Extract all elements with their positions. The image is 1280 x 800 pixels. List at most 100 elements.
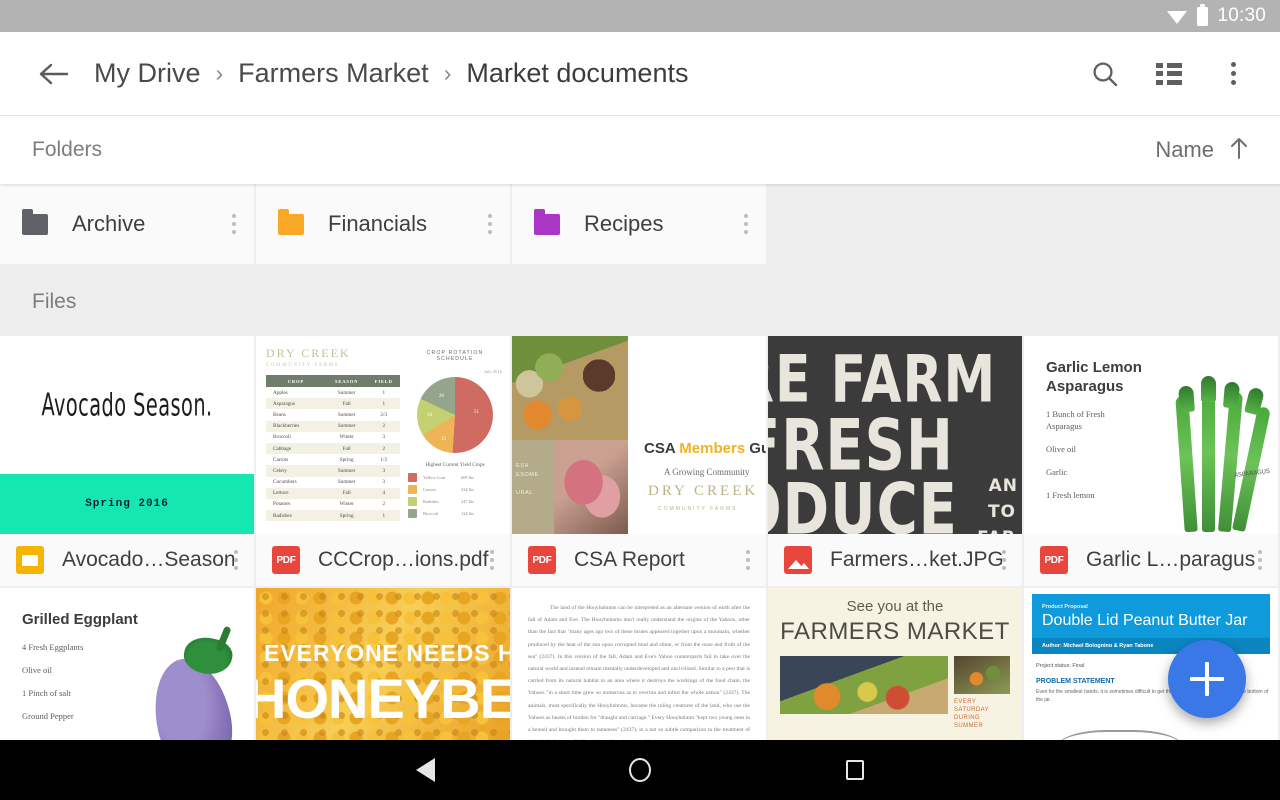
list-view-icon[interactable] [1152,57,1186,91]
table-row: Cabbage Fall 2 [266,442,400,455]
file-name: Avocado…Season [62,548,234,571]
table-row: Lettuce Fall 4 [266,487,400,499]
table-row: Potatoes Winter 2 [273,501,386,508]
chart-title: CROP ROTATION SCHEDULE [426,350,484,362]
file-thumbnail: DRY CREEK COMMUNITY FARMS CROP SEASON FI… [256,336,510,534]
pie-chart: 51 15 16 20 [417,377,493,453]
folder-icon [22,208,48,235]
file-name: CSA Report [574,548,685,571]
pdf-file-icon: PDF [528,546,556,574]
android-nav-bar [0,740,1280,800]
file-card-csa-report[interactable]: ESHESOMEURAL CSA Members Guide A Growing… [512,336,766,586]
file-overflow-icon[interactable] [490,550,494,570]
folder-overflow-icon[interactable] [232,214,236,234]
file-card-crop-rotations-pdf[interactable]: DRY CREEK COMMUNITY FARMS CROP SEASON FI… [256,336,510,586]
folders-row: Archive Financials Recipes [0,184,1280,264]
file-thumbnail: Grilled Eggplant 4 Fresh Eggplants Olive… [0,588,254,740]
folder-overflow-icon[interactable] [744,214,748,234]
thumb-title: Garlic Lemon Asparagus [1046,359,1142,395]
thumb-ingredients: 1 Bunch of Fresh Asparagus Olive oil Gar… [1046,409,1105,500]
breadcrumb-item-farmers-market[interactable]: Farmers Market [238,58,429,89]
file-card-avocado-season[interactable]: Avocado Season. Spring 2016 Avocado…Seas… [0,336,254,586]
nav-home-icon[interactable] [620,750,660,790]
crop-table: CROP SEASON FIELD Apples Summer 1 Asparagu… [266,375,400,522]
sort-control[interactable]: Name [1155,136,1250,165]
folder-icon [534,208,560,235]
file-thumbnail: Garlic Lemon Asparagus 1 Bunch of Fresh … [1024,336,1278,534]
file-card-garlic-lemon-asparagus[interactable]: Garlic Lemon Asparagus 1 Bunch of Fresh … [1024,336,1278,586]
back-button[interactable] [36,56,72,92]
file-overflow-icon[interactable] [234,550,238,570]
file-info-bar: Avocado…Season [0,534,254,586]
table-row: Apples Summer 1 [273,389,386,396]
thumb-line-2: HONEYBEES [256,667,510,730]
add-icon [1190,662,1224,696]
thumb-caption: EVERY SATURDAY DURING SUMMER [954,699,989,729]
asparagus-illustration: ASPARAGUS [1162,358,1274,534]
thumb-brand: DRY CREEK [266,346,351,360]
table-row: Cucumbers Summer 3 [273,479,386,486]
file-card-farmers-market-jpg[interactable]: RE FARM FRESH ODUCE AN TO FAR Farmers…ke… [768,336,1022,586]
folder-item-archive[interactable]: Archive [0,184,256,264]
thumb-ingredients: 4 Fresh Eggplants Olive oil 1 Pinch of s… [22,642,84,721]
folder-name: Financials [328,211,428,236]
thumb-brand-sub: COMMUNITY FARMS [266,363,340,368]
file-card-farmers-market-poster[interactable]: See you at the FARMERS MARKET EVERY SATU… [768,588,1022,740]
breadcrumb-item-my-drive[interactable]: My Drive [94,58,201,89]
file-card-grilled-eggplant[interactable]: Grilled Eggplant 4 Fresh Eggplants Olive… [0,588,254,740]
legend-title: Highest Current Yield Crops [425,462,485,468]
file-overflow-icon[interactable] [1002,550,1006,570]
file-thumbnail: ESHESOMEURAL CSA Members Guide A Growing… [512,336,766,534]
nav-back-icon[interactable] [405,750,445,790]
more-vert-icon[interactable] [1216,57,1250,91]
table-row: Celery Summer 3 [266,465,400,477]
app-bar: My Drive › Farmers Market › Market docum… [0,32,1280,116]
status-bar-time: 10:30 [1217,5,1266,26]
folder-icon [278,208,304,235]
breadcrumb-item-market-documents[interactable]: Market documents [466,58,688,89]
files-label: Files [32,290,77,313]
thumb-title: CSA Members Guide [644,440,766,457]
sort-label: Name [1155,137,1214,162]
folder-item-financials[interactable]: Financials [256,184,512,264]
file-info-bar: PDF Garlic L…paragus [1024,534,1278,586]
folder-item-recipes[interactable]: Recipes [512,184,768,264]
thumb-subtitle: Spring 2016 [85,498,169,510]
file-name: CCCrop…ions.pdf [318,548,489,571]
folder-name: Recipes [584,211,664,236]
file-info-bar: Farmers…ket.JPG [768,534,1022,586]
file-info-bar: PDF CCCrop…ions.pdf [256,534,510,586]
slides-file-icon [16,546,44,574]
nav-recents-icon[interactable] [835,750,875,790]
table-row: Blackberries Summer 2 [266,420,400,432]
content-scroll-area[interactable]: Archive Financials Recipes Files Avocado… [0,184,1280,740]
file-thumbnail: See you at the FARMERS MARKET EVERY SATU… [768,588,1022,740]
pdf-file-icon: PDF [1040,546,1068,574]
app-bar-actions [1088,57,1250,91]
create-new-fab[interactable] [1168,640,1246,718]
folder-name: Archive [72,211,146,236]
table-row: Carrots Spring 1/2 [273,456,388,463]
thumb-subtitle: A Growing Community [664,467,750,477]
breadcrumb-separator: › [443,60,452,86]
thumb-body: The land of the Houyhnhnms can be interp… [528,605,750,740]
file-name: Farmers…ket.JPG [830,548,1002,571]
thumb-title: Double Lid Peanut Butter Jar [1042,612,1248,629]
file-card-honeybees[interactable]: EVERYONE NEEDS HEALTHY HONEYBEES [256,588,510,740]
file-thumbnail: The land of the Houyhnhnms can be interp… [512,588,766,740]
chart-legend: Yellow Corn 609 lbs Carrots 334 lbs Radish… [408,473,502,518]
thumb-brand-sub: COMMUNITY FARMS [658,506,738,512]
pdf-file-icon: PDF [272,546,300,574]
file-thumbnail: Avocado Season. Spring 2016 [0,336,254,534]
folder-overflow-icon[interactable] [488,214,492,234]
arrow-up-icon [1228,136,1250,165]
search-icon[interactable] [1088,57,1122,91]
thumb-brand: DRY CREEK [648,483,759,499]
file-overflow-icon[interactable] [1258,550,1262,570]
breadcrumb-separator: › [215,60,224,86]
file-overflow-icon[interactable] [746,550,750,570]
battery-icon [1197,3,1209,26]
image-file-icon [784,546,812,574]
table-row: Radishes Spring 1 [266,510,400,522]
file-card-text-document[interactable]: The land of the Houyhnhnms can be interp… [512,588,766,740]
